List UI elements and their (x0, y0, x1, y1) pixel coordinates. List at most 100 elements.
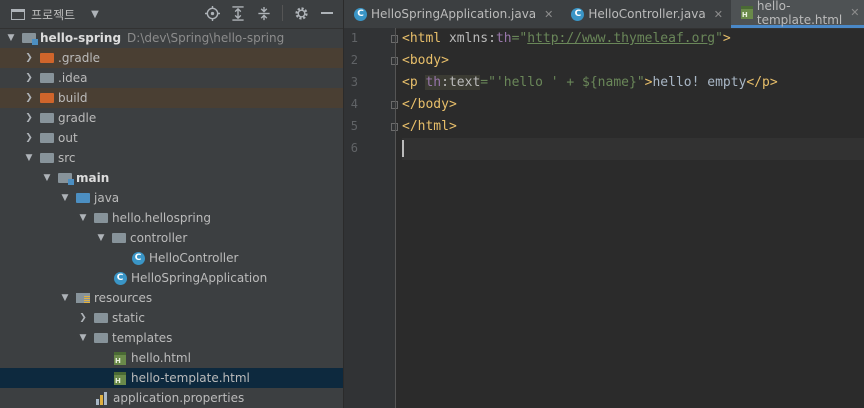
tree-item-label: hello-spring (40, 31, 122, 45)
line-number: 3 (350, 75, 358, 89)
spring-boot-class-icon: C (354, 7, 367, 21)
tab-label: HelloController.java (588, 7, 706, 21)
chevron-right-icon[interactable]: ❯ (22, 113, 36, 123)
line-number: 1 (350, 31, 358, 45)
project-panel-title[interactable]: 프로젝트 (31, 6, 75, 23)
folder-icon (39, 51, 55, 65)
tree-item-label: main (76, 171, 110, 185)
tree-item-label: .gradle (58, 51, 101, 65)
tree-item-idea[interactable]: ❯ .idea (0, 68, 343, 88)
tree-item-label: static (112, 311, 145, 325)
properties-file-icon (94, 391, 110, 405)
folder-icon (39, 71, 55, 85)
code-line-4: </body> (402, 97, 457, 112)
folder-icon (39, 151, 55, 165)
tree-item-label: .idea (58, 71, 88, 85)
tab-hellospringapplication[interactable]: C HelloSpringApplication.java ✕ (344, 0, 561, 28)
chevron-down-icon[interactable]: ▼ (76, 213, 90, 223)
chevron-right-icon[interactable]: ❯ (22, 53, 36, 63)
editor-tabs: C HelloSpringApplication.java ✕ C HelloC… (344, 0, 864, 29)
html-file-icon: H (112, 371, 128, 385)
tree-item-application-properties[interactable]: application.properties (0, 388, 343, 408)
java-class-icon: C (571, 7, 585, 21)
chevron-right-icon[interactable]: ❯ (22, 73, 36, 83)
collapse-all-icon[interactable] (256, 5, 272, 21)
toolbar-divider (282, 5, 283, 21)
folder-icon (93, 331, 109, 345)
source-folder-icon (75, 191, 91, 205)
tree-item-static[interactable]: ❯ static (0, 308, 343, 328)
tree-item-label: out (58, 131, 78, 145)
expand-all-icon[interactable] (230, 5, 246, 21)
html-file-icon: H (740, 6, 753, 19)
chevron-right-icon[interactable]: ❯ (22, 93, 36, 103)
project-view-icon (11, 8, 25, 20)
gear-icon[interactable] (293, 5, 309, 21)
code-line-2: <body> (402, 53, 449, 68)
package-icon (111, 231, 127, 245)
tab-hellocontroller[interactable]: C HelloController.java ✕ (561, 0, 731, 28)
tab-hello-template[interactable]: H hello-template.html ✕ (730, 0, 864, 28)
editor: C HelloSpringApplication.java ✕ C HelloC… (344, 0, 864, 408)
spring-boot-class-icon: C (112, 271, 128, 285)
chevron-right-icon[interactable]: ❯ (76, 313, 90, 323)
line-number: 6 (350, 141, 358, 155)
tree-item-label: gradle (58, 111, 97, 125)
chevron-down-icon[interactable]: ▼ (40, 173, 54, 183)
tab-label: hello-template.html (756, 0, 843, 27)
chevron-down-icon[interactable]: ▼ (91, 9, 99, 20)
tree-item-label: HelloSpringApplication (131, 271, 268, 285)
project-tree: ▼ hello-spring D:\dev\Spring\hello-sprin… (0, 28, 343, 408)
java-class-icon: C (130, 251, 146, 265)
tree-item-resources[interactable]: ▼ resources (0, 288, 343, 308)
locate-file-icon[interactable] (204, 5, 220, 21)
tree-item-build[interactable]: ❯ build (0, 88, 343, 108)
tree-item-label: hello-template.html (131, 371, 250, 385)
tree-item-hellocontroller[interactable]: C HelloController (0, 248, 343, 268)
chevron-down-icon[interactable]: ▼ (94, 233, 108, 243)
close-icon[interactable]: ✕ (850, 6, 859, 19)
tree-item-label: HelloController (149, 251, 239, 265)
folder-icon (39, 131, 55, 145)
tree-item-hello-template-html[interactable]: H hello-template.html (0, 368, 343, 388)
package-icon (93, 211, 109, 225)
tree-item-label: java (94, 191, 120, 205)
line-number: 5 (350, 119, 358, 133)
folder-icon (39, 111, 55, 125)
tree-item-label: resources (94, 291, 153, 305)
editor-gutter[interactable]: 1 2 3 4 5 6 (344, 28, 398, 408)
tree-item-hello-html[interactable]: H hello.html (0, 348, 343, 368)
tree-item-label: controller (130, 231, 188, 245)
tree-item-path: D:\dev\Spring\hello-spring (127, 31, 285, 45)
tree-item-label: hello.html (131, 351, 191, 365)
tree-item-main[interactable]: ▼ main (0, 168, 343, 188)
tree-item-hello-spring[interactable]: ▼ hello-spring D:\dev\Spring\hello-sprin… (0, 28, 343, 48)
chevron-down-icon[interactable]: ▼ (76, 333, 90, 343)
folder-icon (39, 91, 55, 105)
module-folder-icon (21, 31, 38, 45)
tree-item-src[interactable]: ▼ src (0, 148, 343, 168)
line-number: 4 (350, 97, 358, 111)
chevron-down-icon[interactable]: ▼ (58, 193, 72, 203)
tree-item-label: templates (112, 331, 173, 345)
tree-item-hellospringapplication[interactable]: C HelloSpringApplication (0, 268, 343, 288)
tree-item-templates[interactable]: ▼ templates (0, 328, 343, 348)
chevron-down-icon[interactable]: ▼ (58, 293, 72, 303)
tree-item-hello-hellospring[interactable]: ▼ hello.hellospring (0, 208, 343, 228)
chevron-right-icon[interactable]: ❯ (22, 133, 36, 143)
close-icon[interactable]: ✕ (714, 8, 723, 21)
tree-item-label: src (58, 151, 76, 165)
tree-item-java[interactable]: ▼ java (0, 188, 343, 208)
tree-item-controller[interactable]: ▼ controller (0, 228, 343, 248)
tree-item-gradle-cache[interactable]: ❯ .gradle (0, 48, 343, 68)
chevron-down-icon[interactable]: ▼ (22, 153, 36, 163)
project-panel: 프로젝트 ▼ ▼ hello-spring D:\dev\Spring\hell… (0, 0, 343, 408)
close-icon[interactable]: ✕ (544, 8, 553, 21)
chevron-down-icon[interactable]: ▼ (4, 33, 18, 43)
resources-folder-icon (75, 291, 91, 305)
tree-item-out[interactable]: ❯ out (0, 128, 343, 148)
hide-panel-icon[interactable] (319, 5, 335, 21)
gutter-border (395, 28, 396, 408)
tree-item-gradle[interactable]: ❯ gradle (0, 108, 343, 128)
tree-item-label: build (58, 91, 88, 105)
